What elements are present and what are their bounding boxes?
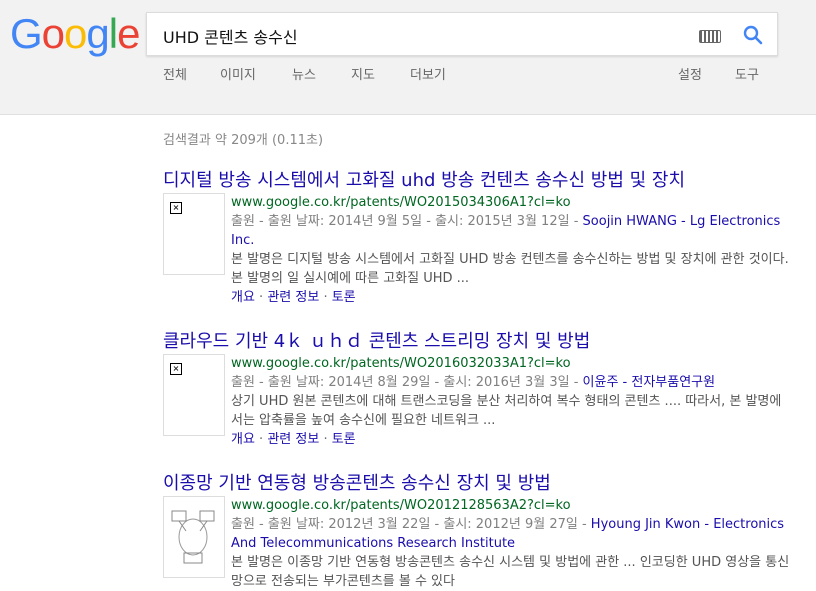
result-thumbnail[interactable] bbox=[163, 496, 225, 578]
result-thumbnail[interactable]: × bbox=[163, 354, 225, 436]
tab-settings[interactable]: 설정 bbox=[678, 64, 702, 83]
result-stats: 검색결과 약 209개 (0.11초) bbox=[163, 133, 324, 148]
broken-image-icon: × bbox=[170, 363, 182, 375]
result-content: www.google.co.kr/patents/WO2016032033A1?… bbox=[231, 354, 791, 449]
tab-maps[interactable]: 지도 bbox=[351, 64, 375, 83]
link-related[interactable]: 관련 정보 bbox=[267, 432, 319, 447]
link-discussion[interactable]: 토론 bbox=[332, 432, 356, 447]
result-meta-dates: 출원 - 출원 날짜: 2014년 9월 5일 - 출시: 2015년 3월 1… bbox=[231, 214, 583, 229]
result-snippet: 본 발명은 이종망 기반 연동형 방송콘텐츠 송수신 시스템 및 방법에 관한 … bbox=[231, 555, 790, 589]
logo-letter: g bbox=[86, 10, 109, 57]
tab-tools[interactable]: 도구 bbox=[735, 64, 759, 83]
tab-images[interactable]: 이미지 bbox=[220, 64, 256, 83]
result-meta: 출원 - 출원 날짜: 2014년 9월 5일 - 출시: 2015년 3월 1… bbox=[231, 212, 791, 250]
link-overview[interactable]: 개요 bbox=[231, 432, 255, 447]
link-discussion[interactable]: 토론 bbox=[332, 290, 356, 305]
result-meta: 출원 - 출원 날짜: 2012년 3월 22일 - 출시: 2012년 9월 … bbox=[231, 515, 791, 553]
result-inventor-link[interactable]: 이윤주 - 전자부품연구원 bbox=[583, 375, 716, 390]
tab-all[interactable]: 전체 bbox=[163, 64, 187, 83]
result-links: 개요 · 관련 정보 · 토론 bbox=[231, 432, 356, 447]
result-thumbnail[interactable]: × bbox=[163, 193, 225, 275]
header: Google UHD 콘텐츠 송수신 전체 이미지 뉴스 지도 더보기 설정 도… bbox=[0, 0, 816, 115]
search-box[interactable]: UHD 콘텐츠 송수신 bbox=[146, 12, 778, 56]
result-links: 개요 · 관련 정보 · 토론 bbox=[231, 290, 356, 305]
result-meta-dates: 출원 - 출원 날짜: 2012년 3월 22일 - 출시: 2012년 9월 … bbox=[231, 517, 591, 532]
link-related[interactable]: 관련 정보 bbox=[267, 290, 319, 305]
logo-letter: l bbox=[108, 10, 118, 57]
logo-letter: o bbox=[64, 10, 87, 57]
logo-letter: G bbox=[10, 10, 43, 57]
keyboard-icon[interactable] bbox=[699, 30, 721, 43]
result-title[interactable]: 클라우드 기반 4ｋ ｕｈｄ 콘텐츠 스트리밍 장치 및 방법 bbox=[163, 330, 803, 354]
tab-news[interactable]: 뉴스 bbox=[292, 64, 316, 83]
search-result: 클라우드 기반 4ｋ ｕｈｄ 콘텐츠 스트리밍 장치 및 방법 × www.go… bbox=[163, 330, 803, 447]
result-url: www.google.co.kr/patents/WO2016032033A1?… bbox=[231, 356, 571, 371]
search-input[interactable]: UHD 콘텐츠 송수신 bbox=[163, 24, 298, 48]
search-result: 디지털 방송 시스템에서 고화질 uhd 방송 컨텐츠 송수신 방법 및 장치 … bbox=[163, 169, 803, 305]
broken-image-icon: × bbox=[170, 202, 182, 214]
result-content: www.google.co.kr/patents/WO2012128563A2?… bbox=[231, 496, 791, 591]
result-title[interactable]: 디지털 방송 시스템에서 고화질 uhd 방송 컨텐츠 송수신 방법 및 장치 bbox=[163, 169, 803, 193]
result-title[interactable]: 이종망 기반 연동형 방송콘텐츠 송수신 장치 및 방법 bbox=[163, 472, 803, 496]
result-url: www.google.co.kr/patents/WO2012128563A2?… bbox=[231, 498, 571, 513]
patent-drawing-icon bbox=[171, 510, 215, 564]
link-overview[interactable]: 개요 bbox=[231, 290, 255, 305]
google-logo[interactable]: Google bbox=[10, 10, 140, 58]
result-url: www.google.co.kr/patents/WO2015034306A1?… bbox=[231, 195, 571, 210]
logo-letter: o bbox=[41, 10, 65, 57]
search-result: 이종망 기반 연동형 방송콘텐츠 송수신 장치 및 방법 www.google.… bbox=[163, 472, 803, 589]
result-meta: 출원 - 출원 날짜: 2014년 8월 29일 - 출시: 2016년 3월 … bbox=[231, 373, 791, 392]
search-icon[interactable] bbox=[741, 23, 765, 47]
logo-letter: e bbox=[117, 10, 140, 57]
result-snippet: 본 발명은 디지털 방송 시스템에서 고화질 UHD 방송 컨텐츠를 송수신하는… bbox=[231, 252, 789, 286]
result-snippet: 상기 UHD 원본 콘텐츠에 대해 트랜스코딩을 분산 처리하여 복수 형태의 … bbox=[231, 394, 782, 428]
result-meta-dates: 출원 - 출원 날짜: 2014년 8월 29일 - 출시: 2016년 3월 … bbox=[231, 375, 583, 390]
tab-more[interactable]: 더보기 bbox=[410, 64, 446, 83]
result-content: www.google.co.kr/patents/WO2015034306A1?… bbox=[231, 193, 791, 307]
